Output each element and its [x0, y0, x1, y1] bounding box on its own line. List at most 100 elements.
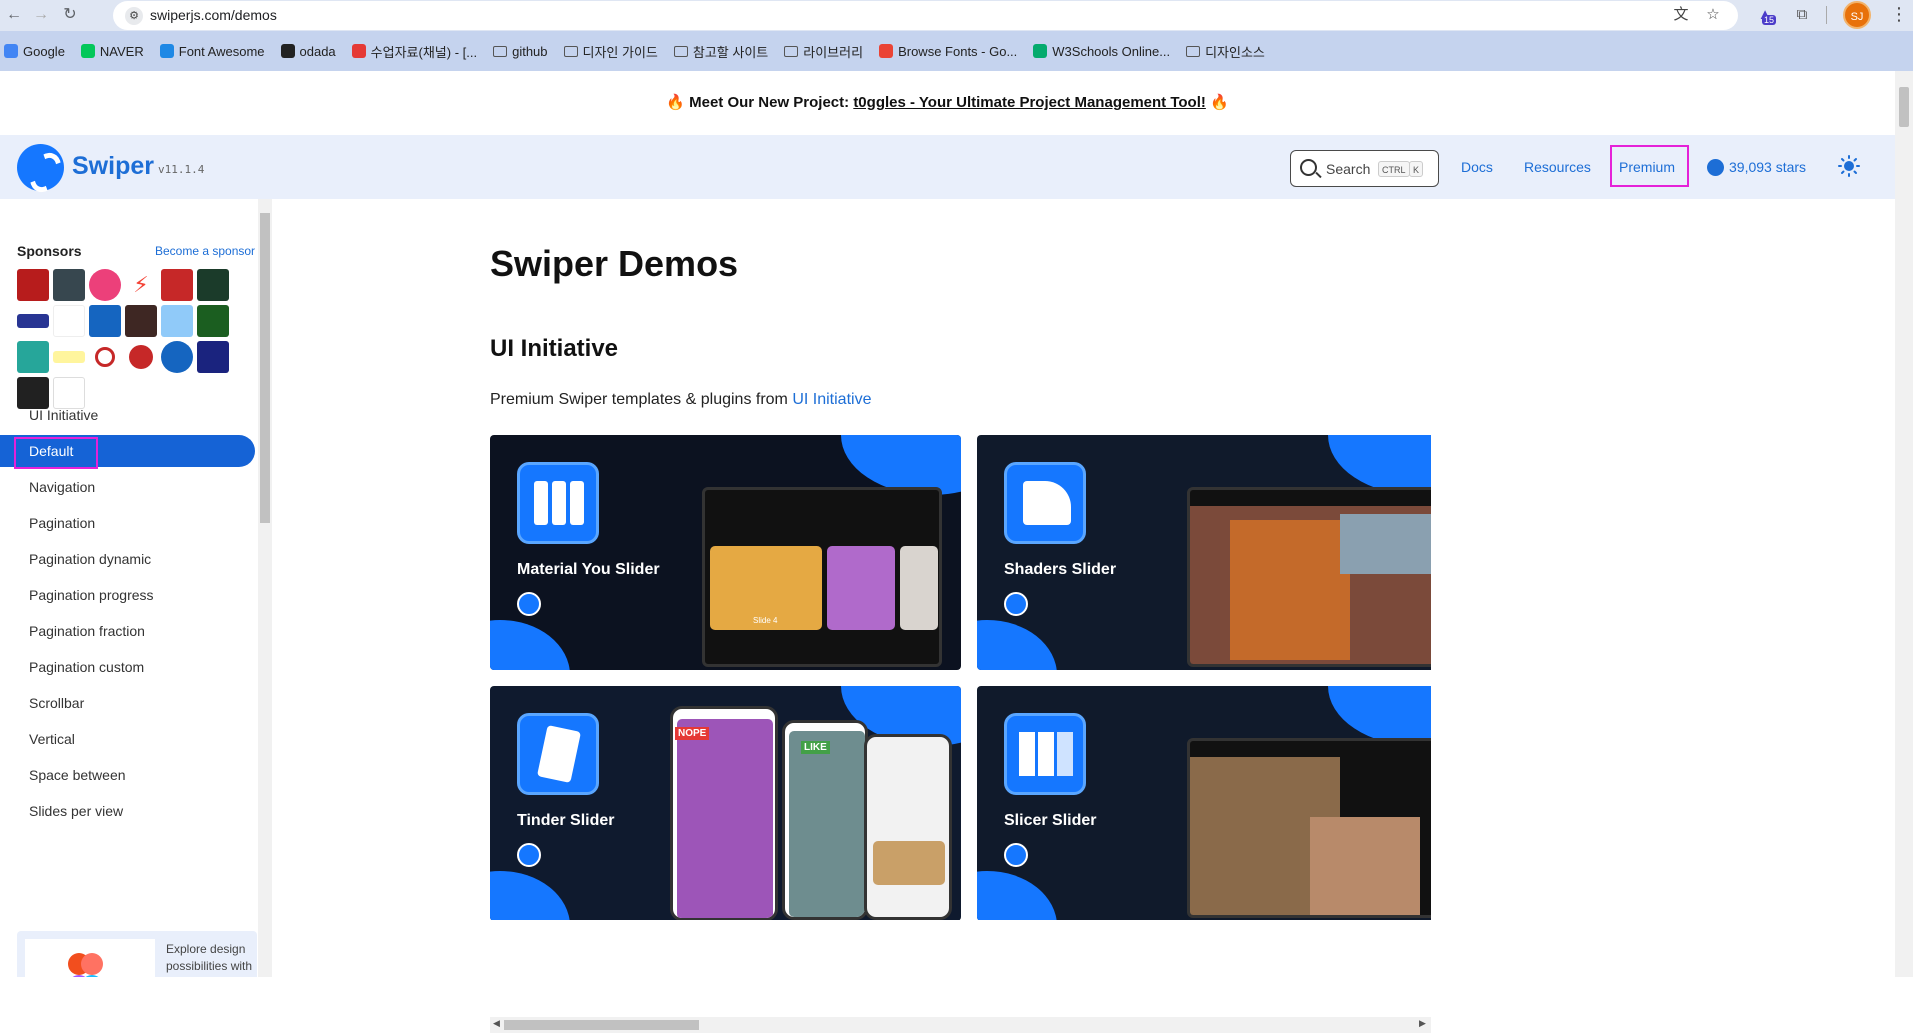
- theme-toggle-sun-icon[interactable]: [1838, 155, 1860, 177]
- sponsor-logo[interactable]: [125, 305, 157, 337]
- h-scroll-thumb[interactable]: [504, 1020, 699, 1030]
- favicon-icon: [159, 44, 174, 58]
- sponsor-logo[interactable]: [17, 341, 49, 373]
- sidebar-item[interactable]: Pagination: [0, 505, 258, 541]
- bookmark-label: 수업자료(채널) - [...: [370, 44, 478, 60]
- github-stars-link[interactable]: 39,093 stars: [1729, 159, 1806, 175]
- card-decoration: [977, 871, 1057, 920]
- url-text[interactable]: swiperjs.com/demos: [150, 7, 277, 23]
- ui-initiative-link[interactable]: UI Initiative: [792, 391, 871, 408]
- sidebar-item[interactable]: Scrollbar: [0, 685, 258, 721]
- sponsor-logo[interactable]: [17, 269, 49, 301]
- sidebar-item[interactable]: Pagination custom: [0, 649, 258, 685]
- scroll-left-icon[interactable]: ◀: [493, 1018, 500, 1029]
- sidebar-item[interactable]: Space between: [0, 757, 258, 793]
- sponsor-logo[interactable]: [161, 269, 193, 301]
- sponsor-logo[interactable]: [197, 341, 229, 373]
- announcement-suffix: 🔥: [1205, 94, 1229, 111]
- sponsor-logo[interactable]: [53, 269, 85, 301]
- slide-photo: [873, 841, 945, 885]
- scroll-right-icon[interactable]: ▶: [1419, 1018, 1426, 1029]
- sidebar-item[interactable]: Pagination progress: [0, 577, 258, 613]
- kbd-k: K: [1409, 161, 1424, 177]
- page-scroll-thumb[interactable]: [1899, 87, 1909, 127]
- card-title: Material You Slider: [517, 561, 660, 578]
- translate-icon[interactable]: 文: [1671, 5, 1691, 25]
- sidebar-scroll-thumb[interactable]: [260, 213, 270, 523]
- sidebar-item[interactable]: Pagination dynamic: [0, 541, 258, 577]
- slide-photo: [1310, 817, 1420, 915]
- github-icon: [1707, 159, 1724, 176]
- bookmark-item[interactable]: odada: [280, 44, 336, 59]
- card-decoration: [1328, 686, 1431, 746]
- browser-menu-icon[interactable]: ⋮: [1890, 4, 1908, 25]
- sidebar-item-label: UI Initiative: [29, 407, 99, 423]
- sidebar-item[interactable]: Slides per view: [0, 793, 258, 829]
- back-icon[interactable]: ←: [3, 4, 25, 26]
- bookmark-item[interactable]: Browse Fonts - Go...: [879, 44, 1017, 59]
- folder-icon: [784, 45, 799, 57]
- like-badge: LIKE: [801, 741, 830, 754]
- sponsor-logo[interactable]: [17, 314, 49, 328]
- bookmark-item[interactable]: Font Awesome: [159, 43, 265, 59]
- sidebar-scrollbar[interactable]: [258, 199, 272, 977]
- bookmark-item[interactable]: 참고할 사이트: [673, 42, 768, 61]
- sponsor-logo[interactable]: [95, 347, 115, 367]
- sponsor-logo[interactable]: [53, 351, 85, 363]
- bookmark-label: github: [512, 43, 548, 59]
- slide-photo: [827, 546, 895, 630]
- sidebar-item-label: Pagination: [29, 515, 96, 531]
- sponsor-logo[interactable]: [89, 305, 121, 337]
- page-scrollbar[interactable]: [1895, 71, 1913, 977]
- swiper-logo-icon[interactable]: [17, 144, 64, 191]
- bookmark-label: Font Awesome: [178, 43, 265, 59]
- card-tinder-slider[interactable]: Tinder Slider NOPE LIKE: [490, 686, 961, 920]
- sponsor-logo[interactable]: ⚡: [125, 269, 157, 301]
- bookmark-star-icon[interactable]: ☆: [1703, 5, 1723, 25]
- nav-docs[interactable]: Docs: [1461, 159, 1493, 175]
- browser-mockup: [1187, 487, 1431, 667]
- cards-horizontal-scrollbar[interactable]: ◀ ▶: [490, 1017, 1431, 1033]
- bookmark-item[interactable]: github: [493, 43, 548, 59]
- sidebar-item[interactable]: UI Initiative: [0, 397, 258, 433]
- sponsor-logo[interactable]: [129, 345, 153, 369]
- bookmark-item[interactable]: 디자인소스: [1186, 42, 1265, 61]
- sidebar-item[interactable]: Vertical: [0, 721, 258, 757]
- profile-avatar[interactable]: SJ: [1843, 1, 1871, 29]
- sponsor-logo[interactable]: [197, 305, 229, 337]
- bookmark-item[interactable]: W3Schools Online...: [1033, 44, 1170, 59]
- nav-resources[interactable]: Resources: [1524, 159, 1591, 175]
- site-info-icon[interactable]: ⚙: [125, 7, 143, 25]
- figma-ad-card[interactable]: Explore design possibilities with Figma.…: [17, 931, 257, 977]
- site-header: Swiper v11.1.4 Search CTRL K Docs Resour…: [0, 135, 1895, 199]
- sidebar-item-label: Pagination fraction: [29, 623, 145, 639]
- folder-icon: [563, 45, 578, 57]
- bookmark-item[interactable]: 수업자료(채널) - [...: [351, 42, 478, 61]
- bookmark-item[interactable]: NAVER: [80, 44, 144, 59]
- card-shaders-slider[interactable]: Shaders Slider: [977, 435, 1431, 670]
- search-button[interactable]: Search CTRL K: [1290, 150, 1439, 187]
- forward-icon[interactable]: →: [30, 4, 52, 26]
- sponsor-logo[interactable]: [197, 269, 229, 301]
- extensions-puzzle-icon[interactable]: ⧉: [1790, 3, 1814, 27]
- sidebar: Sponsors Become a sponsor ⚡ UI Initiativ…: [0, 199, 258, 977]
- card-slicer-slider[interactable]: Slicer Slider: [977, 686, 1431, 920]
- sponsor-logo[interactable]: [89, 269, 121, 301]
- bookmark-item[interactable]: Google: [4, 44, 65, 59]
- become-sponsor-link[interactable]: Become a sponsor: [155, 244, 255, 258]
- sidebar-item[interactable]: Pagination fraction: [0, 613, 258, 649]
- sponsor-logo[interactable]: [161, 341, 193, 373]
- sponsor-logo[interactable]: [161, 305, 193, 337]
- address-bar[interactable]: ⚙ swiperjs.com/demos 文 ☆: [113, 1, 1738, 30]
- demo-nav-list: UI Initiative Default Navigation Pagination…: [0, 397, 258, 829]
- reload-icon[interactable]: ↻: [59, 4, 81, 26]
- sponsor-logo[interactable]: [53, 305, 85, 337]
- announcement-link[interactable]: t0ggles - Your Ultimate Project Manageme…: [853, 94, 1206, 111]
- sidebar-item[interactable]: Navigation: [0, 469, 258, 505]
- card-material-you-slider[interactable]: Material You Slider Slide 4: [490, 435, 961, 670]
- nav-premium[interactable]: Premium: [1619, 159, 1675, 175]
- sidebar-item[interactable]: Default: [0, 435, 255, 469]
- brand-name[interactable]: Swiper: [72, 152, 154, 181]
- bookmark-item[interactable]: 디자인 가이드: [563, 42, 658, 61]
- bookmark-item[interactable]: 라이브러리: [784, 42, 863, 61]
